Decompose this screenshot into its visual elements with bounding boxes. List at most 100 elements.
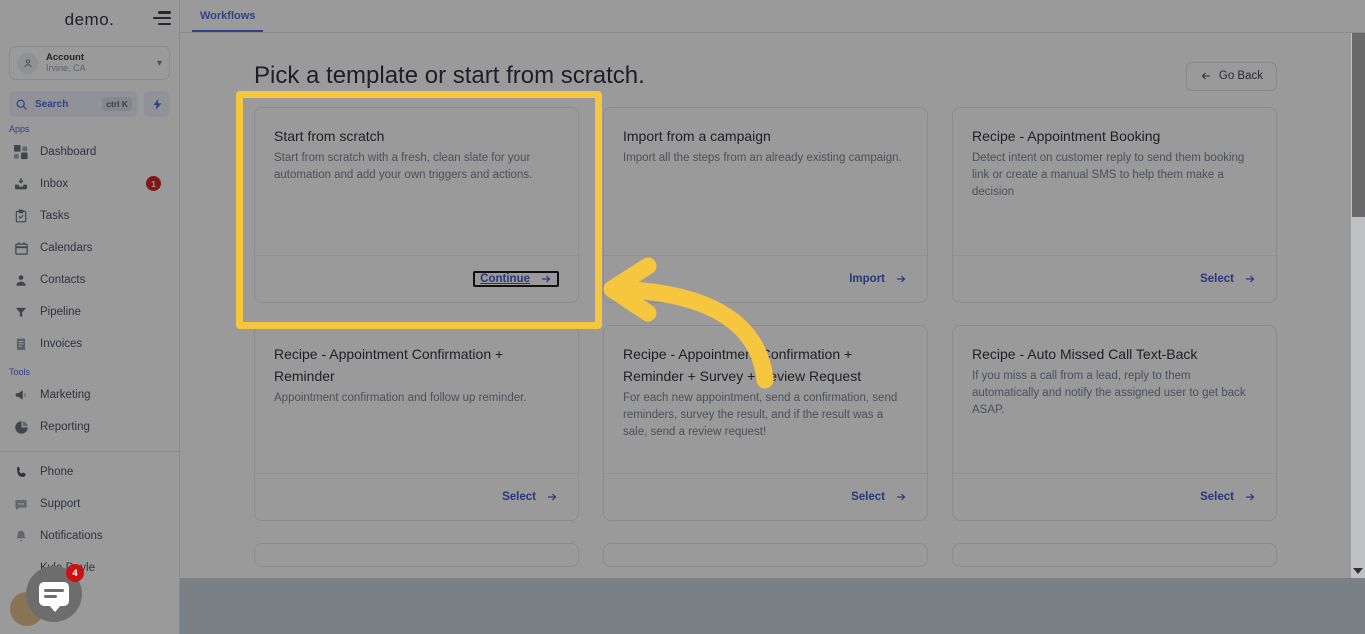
sidebar-item-inbox[interactable]: Inbox 1 xyxy=(6,168,173,200)
search-shortcut: ctrl K xyxy=(102,97,132,111)
sidebar-item-label: Marketing xyxy=(40,389,91,401)
sidebar-item-label: Tasks xyxy=(40,210,70,222)
hamburger-icon[interactable] xyxy=(153,11,171,25)
template-card-grid: Start from scratch Start from scratch wi… xyxy=(254,107,1277,567)
card-action-label: Select xyxy=(1200,491,1234,503)
card-title: Recipe - Appointment Confirmation + Remi… xyxy=(623,346,862,384)
search-icon xyxy=(16,99,27,110)
arrow-right-icon xyxy=(1246,275,1255,283)
account-text: Account Irvine, CA xyxy=(46,52,157,74)
card-action-continue[interactable]: Continue xyxy=(473,271,559,287)
scroll-down-arrow-icon[interactable] xyxy=(1351,564,1365,578)
card-body: Recipe - Appointment Booking Detect inte… xyxy=(953,108,1276,255)
card-title: Recipe - Appointment Booking xyxy=(972,128,1161,144)
card-body: Recipe - Appointment Confirmation + Remi… xyxy=(604,326,927,473)
sidebar-nav-bottom: Phone Support Notifications xyxy=(0,456,179,584)
brand-logo: demo. xyxy=(64,10,115,29)
avatar-icon xyxy=(12,559,30,577)
arrow-left-icon xyxy=(1201,72,1210,80)
card-description: Start from scratch with a fresh, clean s… xyxy=(274,152,533,181)
template-card-appointment-confirmation-reminder[interactable]: Recipe - Appointment Confirmation + Remi… xyxy=(254,325,579,521)
card-footer: Select xyxy=(953,473,1276,520)
content-inner: Pick a template or start from scratch. G… xyxy=(180,33,1351,567)
card-footer: Select xyxy=(255,473,578,520)
sidebar-group-label-tools: Tools xyxy=(9,367,31,377)
template-card-partial[interactable] xyxy=(952,543,1277,567)
contacts-person-icon xyxy=(12,271,30,289)
sidebar-item-marketing[interactable]: Marketing xyxy=(6,379,173,411)
user-circle-icon xyxy=(17,52,38,74)
sidebar-item-calendars[interactable]: Calendars xyxy=(6,232,173,264)
card-action-select[interactable]: Select xyxy=(851,491,908,503)
search-label: Search xyxy=(35,98,69,110)
pipeline-funnel-icon xyxy=(12,303,30,321)
sidebar-item-reporting[interactable]: Reporting xyxy=(6,411,173,443)
tab-bar: Workflows xyxy=(180,0,1365,33)
page-title: Pick a template or start from scratch. xyxy=(254,62,645,89)
bolt-icon xyxy=(153,98,161,110)
template-card-confirmation-reminder-survey-review[interactable]: Recipe - Appointment Confirmation + Remi… xyxy=(603,325,928,521)
sidebar-item-label: Phone xyxy=(40,466,74,478)
card-description: Import all the steps from an already exi… xyxy=(623,152,902,164)
sidebar-item-label: Notifications xyxy=(40,530,103,542)
sidebar-item-label: Dashboard xyxy=(40,146,97,158)
footer-strip xyxy=(180,578,1365,634)
template-card-import-from-campaign[interactable]: Import from a campaign Import all the st… xyxy=(603,107,928,303)
card-action-import[interactable]: Import xyxy=(849,273,908,285)
search-row: Search ctrl K xyxy=(9,91,170,117)
go-back-button[interactable]: Go Back xyxy=(1185,61,1277,91)
scrollbar-thumb[interactable] xyxy=(1352,33,1365,217)
sidebar-nav-apps: Dashboard Inbox 1 Tasks Calendars Contac… xyxy=(0,136,179,360)
template-card-partial[interactable] xyxy=(603,543,928,567)
tab-workflows[interactable]: Workflows xyxy=(192,10,264,32)
card-action-label: Select xyxy=(502,491,536,503)
template-card-appointment-booking[interactable]: Recipe - Appointment Booking Detect inte… xyxy=(952,107,1277,303)
card-description: Detect intent on customer reply to send … xyxy=(972,152,1245,198)
card-title: Import from a campaign xyxy=(623,128,771,144)
inbox-icon xyxy=(12,175,30,193)
chat-widget-button[interactable]: 4 xyxy=(26,564,84,622)
chat-badge: 4 xyxy=(66,564,84,582)
vertical-scrollbar[interactable] xyxy=(1351,33,1365,578)
card-footer: Select xyxy=(953,255,1276,302)
megaphone-icon xyxy=(12,386,30,404)
content-scroll-area: Pick a template or start from scratch. G… xyxy=(180,33,1351,578)
sidebar-item-tasks[interactable]: Tasks xyxy=(6,200,173,232)
quick-action-button[interactable] xyxy=(144,91,170,117)
card-action-label: Select xyxy=(1200,273,1234,285)
account-location: Irvine, CA xyxy=(46,63,86,73)
card-footer: Import xyxy=(604,255,927,302)
sidebar-item-label: Contacts xyxy=(40,274,86,286)
card-action-select[interactable]: Select xyxy=(1200,273,1257,285)
phone-icon xyxy=(12,463,30,481)
search-input[interactable]: Search ctrl K xyxy=(9,91,138,117)
sidebar-item-invoices[interactable]: Invoices xyxy=(6,328,173,360)
card-action-label: Continue xyxy=(480,273,530,285)
sidebar-item-contacts[interactable]: Contacts xyxy=(6,264,173,296)
sidebar-item-label: Invoices xyxy=(40,338,83,350)
card-description: For each new appointment, send a confirm… xyxy=(623,392,898,438)
go-back-label: Go Back xyxy=(1218,70,1263,82)
card-footer: Continue xyxy=(255,255,578,302)
app-window: demo. Account Irvine, CA ▾ Search ctrl K… xyxy=(0,0,1365,634)
card-description: Appointment confirmation and follow up r… xyxy=(274,392,527,404)
card-action-select[interactable]: Select xyxy=(1200,491,1257,503)
sidebar-group-label-apps: Apps xyxy=(9,124,30,134)
account-selector[interactable]: Account Irvine, CA ▾ xyxy=(9,46,170,80)
chevron-down-icon: ▾ xyxy=(156,57,162,69)
chat-bubble-icon xyxy=(39,582,69,612)
template-card-partial[interactable] xyxy=(254,543,579,567)
sidebar-item-phone[interactable]: Phone xyxy=(6,456,173,488)
sidebar-item-label: Reporting xyxy=(40,421,90,433)
card-action-select[interactable]: Select xyxy=(502,491,559,503)
card-body: Recipe - Auto Missed Call Text-Back If y… xyxy=(953,326,1276,473)
sidebar-item-dashboard[interactable]: Dashboard xyxy=(6,136,173,168)
template-card-auto-missed-call-text-back[interactable]: Recipe - Auto Missed Call Text-Back If y… xyxy=(952,325,1277,521)
sidebar-item-support[interactable]: Support xyxy=(6,488,173,520)
card-body: Recipe - Appointment Confirmation + Remi… xyxy=(255,326,578,473)
sidebar-item-pipeline[interactable]: Pipeline xyxy=(6,296,173,328)
page-header: Pick a template or start from scratch. G… xyxy=(254,53,1277,99)
sidebar-item-notifications[interactable]: Notifications xyxy=(6,520,173,552)
sidebar-item-label: Support xyxy=(40,498,81,510)
template-card-start-from-scratch[interactable]: Start from scratch Start from scratch wi… xyxy=(254,107,579,303)
